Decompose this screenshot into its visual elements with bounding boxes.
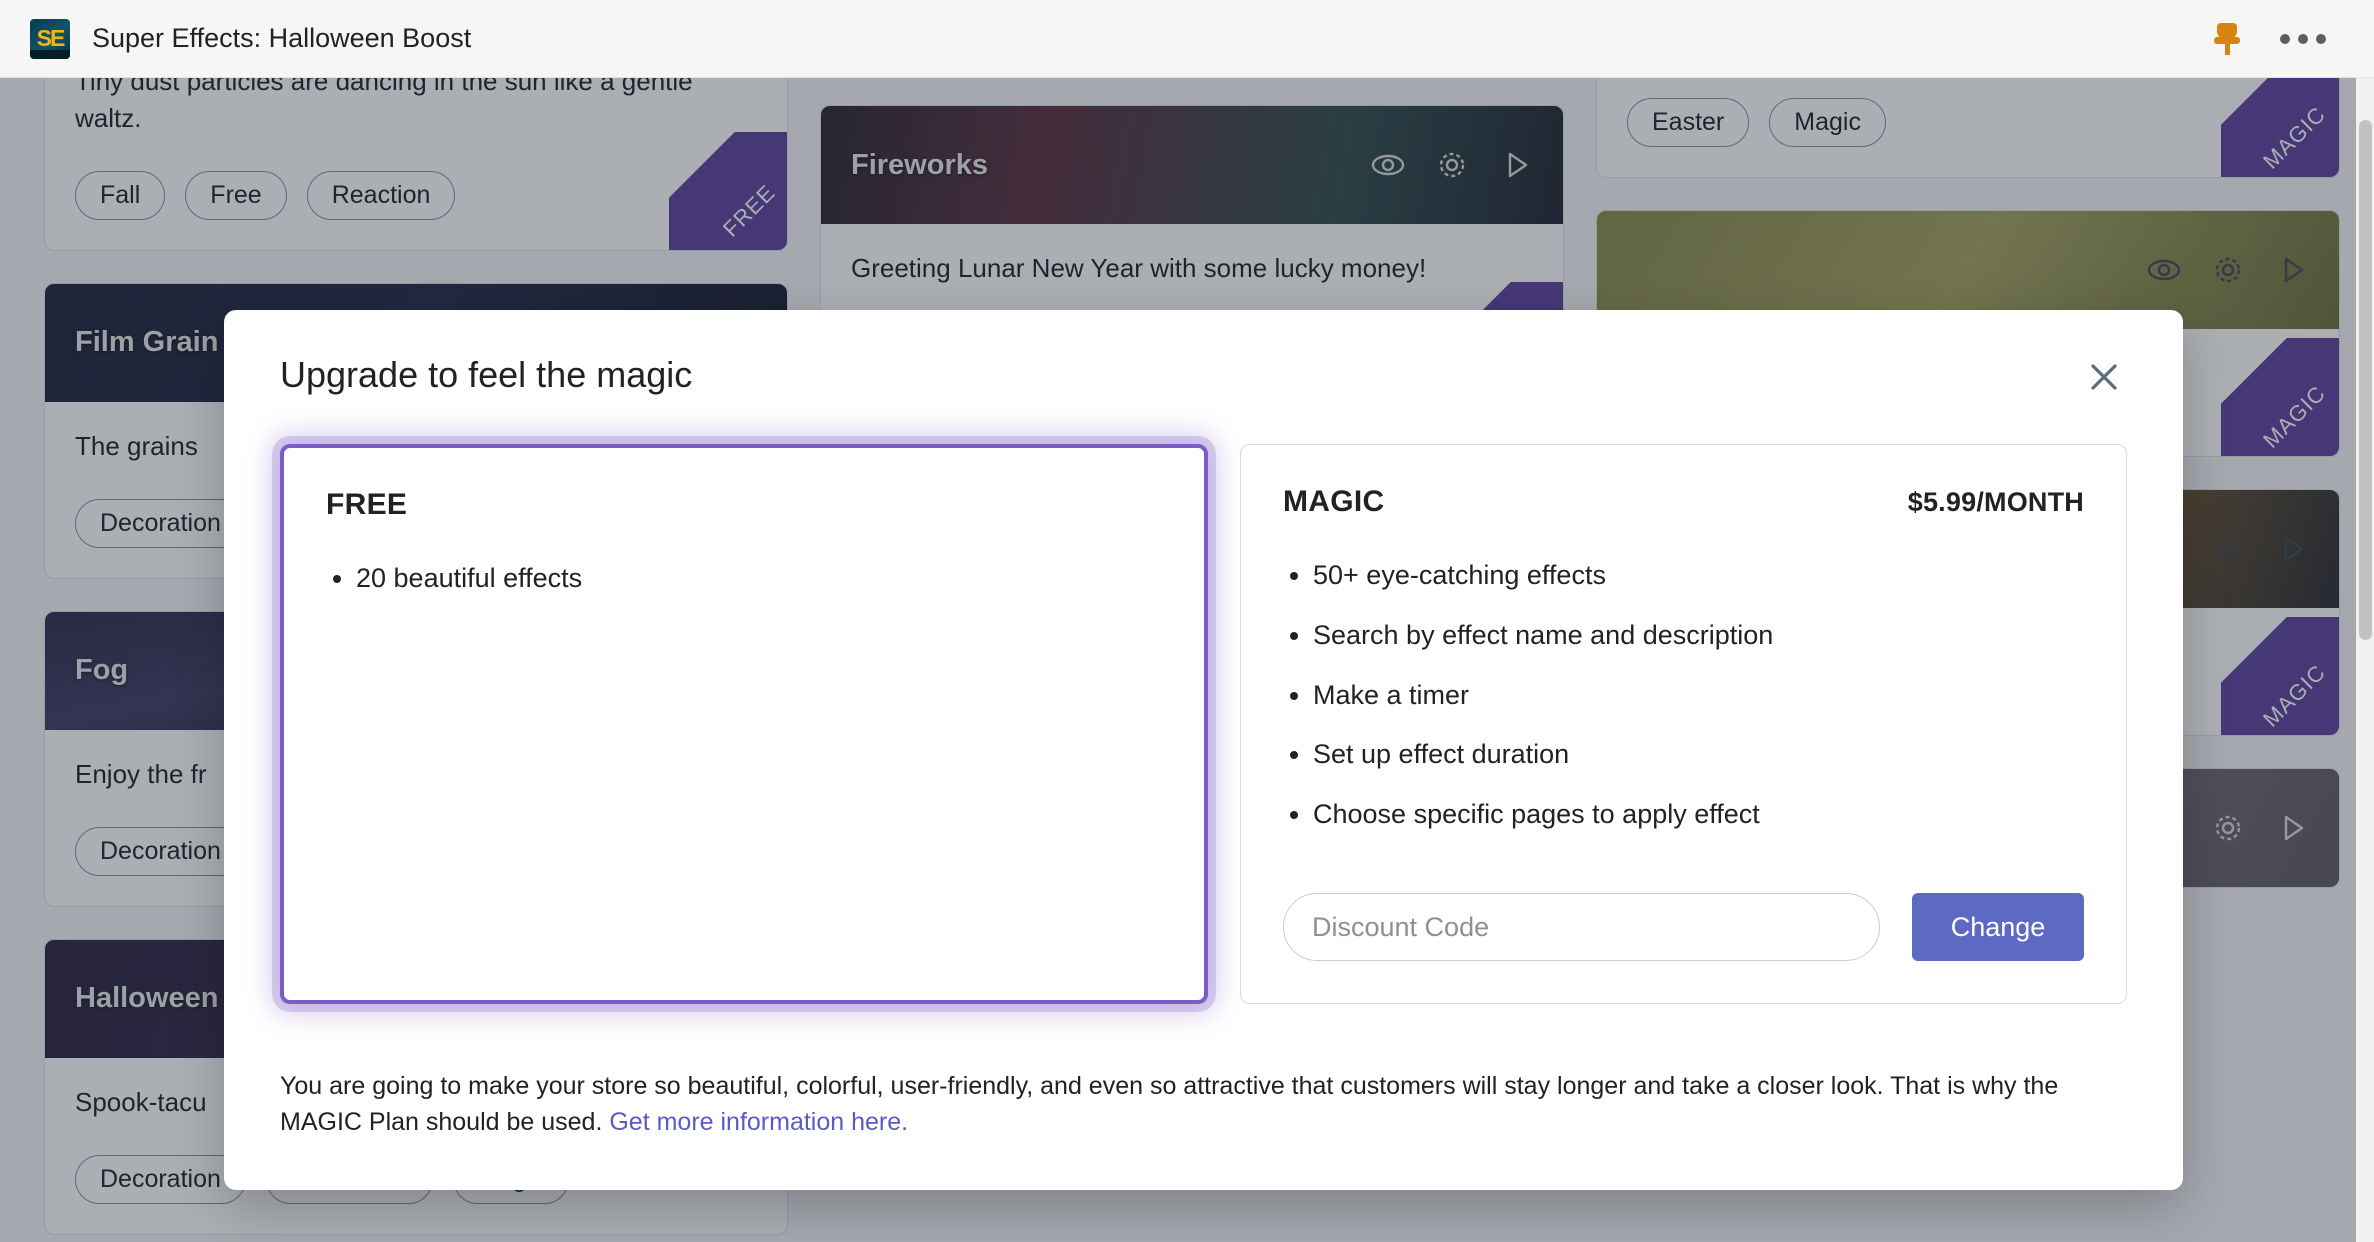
plan-features: 20 beautiful effects [326, 562, 1162, 596]
change-button[interactable]: Change [1912, 893, 2084, 961]
close-icon[interactable] [2081, 354, 2127, 400]
app-header-actions [2214, 22, 2344, 55]
more-information-link[interactable]: Get more information here. [609, 1108, 908, 1136]
plan-header: FREE [326, 488, 1162, 522]
app-header: SE Super Effects: Halloween Boost [0, 0, 2374, 78]
plan-card-free[interactable]: FREE 20 beautiful effects [280, 444, 1208, 1004]
modal-title: Upgrade to feel the magic [280, 354, 693, 395]
discount-code-input[interactable] [1283, 893, 1880, 961]
super-effects-logo: SE [30, 18, 70, 59]
logo-silhouette [30, 49, 70, 59]
page-scrollbar-thumb[interactable] [2359, 120, 2372, 640]
plan-card-magic[interactable]: MAGIC $5.99/MONTH 50+ eye-catching effec… [1240, 444, 2127, 1004]
plan-feature: Make a timer [1313, 679, 2084, 713]
plan-list: FREE 20 beautiful effects MAGIC $5.99/MO… [280, 444, 2127, 1004]
plan-feature: Choose specific pages to apply effect [1313, 798, 2084, 832]
plan-feature: Set up effect duration [1313, 738, 2084, 772]
plan-features: 50+ eye-catching effects Search by effec… [1283, 559, 2084, 832]
modal-header: Upgrade to feel the magic [280, 354, 2127, 400]
upgrade-modal-wrapper: Upgrade to feel the magic FREE 20 beauti… [224, 310, 2183, 1190]
more-horizontal-icon[interactable] [2280, 33, 2326, 44]
upgrade-modal: Upgrade to feel the magic FREE 20 beauti… [224, 310, 2183, 1190]
plan-name: FREE [326, 488, 408, 521]
page-title: Super Effects: Halloween Boost [92, 23, 472, 53]
modal-footer-text: You are going to make your store so beau… [280, 1072, 2059, 1136]
plan-feature: 20 beautiful effects [356, 562, 1162, 596]
plan-name: MAGIC [1283, 485, 1385, 518]
plan-price: $5.99/MONTH [1907, 487, 2084, 517]
discount-row: Change [1283, 893, 2084, 961]
plan-feature: 50+ eye-catching effects [1313, 559, 2084, 593]
pin-icon[interactable] [2214, 22, 2240, 55]
plan-header: MAGIC $5.99/MONTH [1283, 485, 2084, 519]
modal-footer: You are going to make your store so beau… [280, 1069, 2127, 1140]
plan-feature: Search by effect name and description [1313, 619, 2084, 653]
